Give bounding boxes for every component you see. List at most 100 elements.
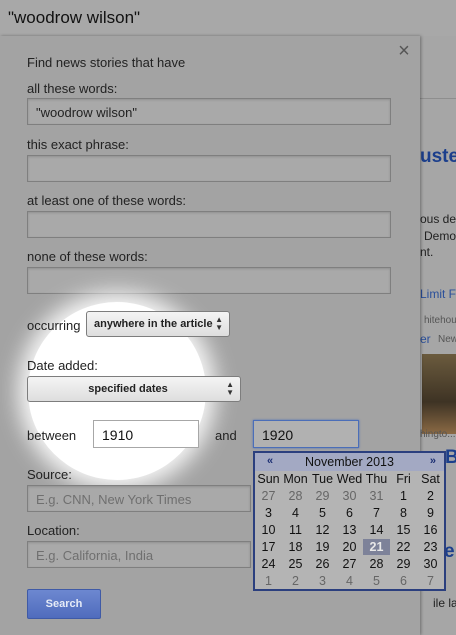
background-divider: [420, 98, 456, 99]
bg-fragment-4: Limit F: [420, 287, 456, 301]
location-label: Location:: [27, 523, 80, 538]
calendar-day[interactable]: 18: [282, 539, 309, 555]
weekday-sun: Sun: [257, 472, 280, 486]
calendar-day[interactable]: 7: [417, 573, 444, 589]
search-button[interactable]: Search: [27, 589, 101, 619]
weekday-thu: Thu: [365, 472, 388, 486]
close-icon[interactable]: ×: [396, 41, 412, 61]
calendar-week: 27 28 29 30 31 1 2: [255, 488, 444, 504]
location-input[interactable]: E.g. California, India: [27, 541, 251, 568]
calendar-day-highlighted[interactable]: 21: [363, 539, 390, 555]
calendar-day[interactable]: 4: [336, 573, 363, 589]
occurring-label: occurring: [27, 318, 81, 333]
none-of-label: none of these words:: [27, 249, 148, 264]
month-label: November 2013: [305, 455, 394, 469]
select-arrows-icon: ▲ ▼: [215, 315, 223, 332]
calendar-day[interactable]: 19: [309, 539, 336, 555]
calendar-day[interactable]: 12: [309, 522, 336, 538]
between-label: between: [27, 428, 77, 443]
exact-phrase-input[interactable]: [27, 155, 391, 182]
source-input[interactable]: E.g. CNN, New York Times: [27, 485, 251, 512]
weekday-wed: Wed: [336, 472, 363, 486]
source-label: Source:: [27, 467, 72, 482]
weekday-mon: Mon: [283, 472, 308, 486]
calendar-day[interactable]: 30: [417, 556, 444, 572]
calendar-day[interactable]: 4: [282, 505, 309, 521]
exact-phrase-label: this exact phrase:: [27, 137, 129, 152]
weekday-headers: Sun Mon Tue Wed Thu Fri Sat: [255, 471, 444, 487]
date-picker-header: November 2013 « »: [255, 453, 444, 471]
calendar-day[interactable]: 28: [282, 488, 309, 504]
calendar-day[interactable]: 26: [309, 556, 336, 572]
calendar-day[interactable]: 1: [390, 488, 417, 504]
prev-month-button[interactable]: «: [267, 455, 273, 467]
bg-fragment-9: B: [445, 447, 456, 468]
calendar-day[interactable]: 15: [390, 522, 417, 538]
occurring-select[interactable]: anywhere in the article ▲ ▼: [86, 311, 230, 337]
none-of-input[interactable]: [27, 267, 391, 294]
calendar-day[interactable]: 2: [282, 573, 309, 589]
calendar-week: 17 18 19 20 21 22 23: [255, 539, 444, 555]
weekday-tue: Tue: [311, 472, 334, 486]
calendar-week: 1 2 3 4 5 6 7: [255, 573, 444, 589]
from-date-input[interactable]: 1910: [93, 420, 199, 448]
calendar-day[interactable]: 23: [417, 539, 444, 555]
at-least-one-input[interactable]: [27, 211, 391, 238]
calendar-day[interactable]: 27: [255, 488, 282, 504]
calendar-day[interactable]: 5: [309, 505, 336, 521]
calendar-day[interactable]: 17: [255, 539, 282, 555]
and-label: and: [215, 428, 237, 443]
at-least-one-label: at least one of these words:: [27, 193, 186, 208]
bg-fragment-6: er: [420, 332, 431, 346]
search-bar[interactable]: "woodrow wilson": [0, 0, 456, 37]
calendar-day[interactable]: 9: [417, 505, 444, 521]
weekday-fri: Fri: [396, 472, 411, 486]
occurring-selected: anywhere in the article: [94, 318, 213, 330]
search-query-text: "woodrow wilson": [8, 8, 141, 27]
bg-fragment-3: nt.: [420, 245, 434, 259]
news-photo: [422, 354, 456, 434]
bg-fragment-2: Demo: [424, 229, 456, 243]
calendar-day[interactable]: 25: [282, 556, 309, 572]
weekday-sat: Sat: [421, 472, 440, 486]
next-month-button[interactable]: »: [430, 455, 436, 467]
calendar-day[interactable]: 6: [390, 573, 417, 589]
calendar-day[interactable]: 28: [363, 556, 390, 572]
calendar-day[interactable]: 27: [336, 556, 363, 572]
calendar-day[interactable]: 3: [255, 505, 282, 521]
form-heading: Find news stories that have: [27, 55, 186, 70]
calendar-day[interactable]: 29: [390, 556, 417, 572]
all-words-label: all these words:: [27, 81, 118, 96]
to-date-input[interactable]: 1920: [253, 420, 359, 448]
calendar-day[interactable]: 3: [309, 573, 336, 589]
date-added-label: Date added:: [27, 358, 98, 373]
date-added-selected: specified dates: [88, 383, 168, 395]
calendar-day[interactable]: 31: [363, 488, 390, 504]
bg-fragment-5: hitehou: [424, 315, 456, 326]
calendar-day[interactable]: 24: [255, 556, 282, 572]
calendar-week: 24 25 26 27 28 29 30: [255, 556, 444, 572]
calendar-day[interactable]: 5: [363, 573, 390, 589]
calendar-day[interactable]: 14: [363, 522, 390, 538]
calendar-day[interactable]: 10: [255, 522, 282, 538]
date-picker: November 2013 « » Sun Mon Tue Wed Thu Fr…: [253, 451, 446, 591]
calendar-day[interactable]: 11: [282, 522, 309, 538]
calendar-day[interactable]: 29: [309, 488, 336, 504]
all-words-input[interactable]: "woodrow wilson": [27, 98, 391, 125]
bg-fragment-11: ile la: [433, 596, 456, 610]
bg-fragment-8: hingto...: [420, 429, 456, 440]
calendar-day[interactable]: 8: [390, 505, 417, 521]
calendar-day[interactable]: 16: [417, 522, 444, 538]
date-added-select[interactable]: specified dates ▲ ▼: [27, 376, 241, 402]
calendar-week: 3 4 5 6 7 8 9: [255, 505, 444, 521]
calendar-day[interactable]: 20: [336, 539, 363, 555]
calendar-day[interactable]: 2: [417, 488, 444, 504]
calendar-day[interactable]: 30: [336, 488, 363, 504]
calendar-day[interactable]: 6: [336, 505, 363, 521]
bg-fragment-7: New: [438, 334, 456, 345]
calendar-day[interactable]: 22: [390, 539, 417, 555]
calendar-day[interactable]: 1: [255, 573, 282, 589]
bg-fragment-1: ous de: [420, 212, 456, 226]
calendar-day[interactable]: 13: [336, 522, 363, 538]
calendar-day[interactable]: 7: [363, 505, 390, 521]
